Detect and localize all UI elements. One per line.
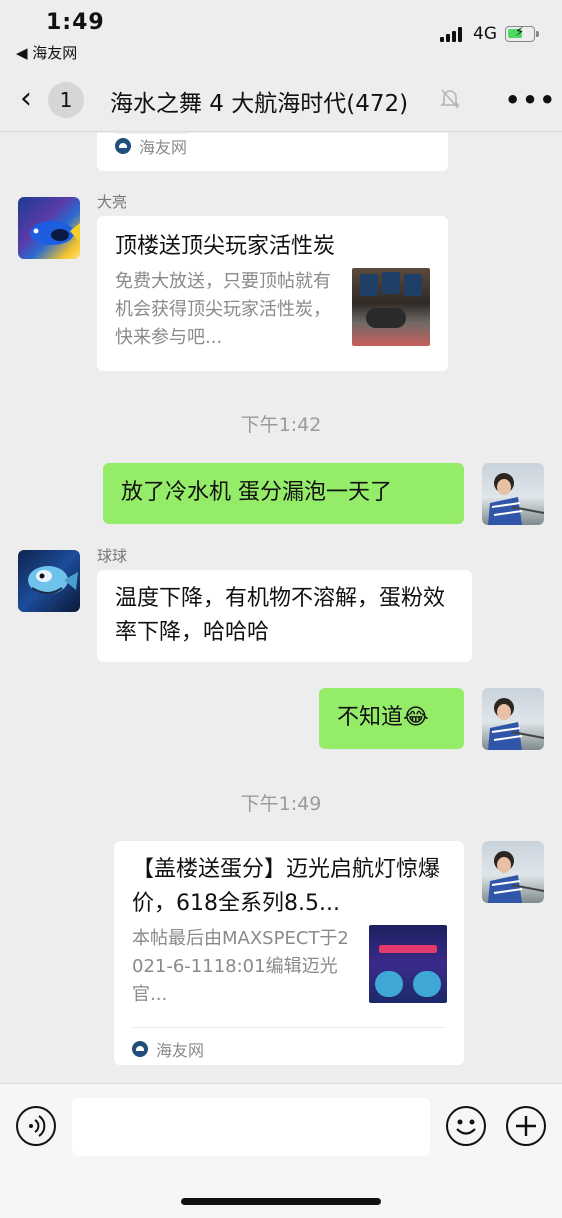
sent-message-bubble[interactable]: 放了冷水机 蛋分漏泡一天了: [103, 463, 464, 524]
sent-message-bubble[interactable]: 不知道😂: [319, 688, 464, 749]
avatar-self[interactable]: [482, 688, 544, 750]
message-text: 放了冷水机 蛋分漏泡一天了: [121, 480, 392, 505]
signal-icon: [440, 26, 466, 42]
mute-bell-icon: [440, 89, 460, 109]
status-time: 1:49: [46, 10, 105, 35]
back-chevron-icon[interactable]: ‹: [20, 84, 32, 114]
message-text-input[interactable]: [72, 1098, 430, 1156]
sender-name: 大亮: [97, 193, 128, 211]
haiyou-logo-icon: [115, 138, 131, 154]
link-card-message[interactable]: 【盖楼送蛋分】迈光启航灯惊爆价，618全系列8.5... 本帖最后由MAXSPE…: [114, 841, 464, 1065]
card-source-label: 海友网: [139, 138, 188, 157]
home-indicator[interactable]: [181, 1198, 381, 1205]
link-card-partial[interactable]: 海友网: [97, 133, 448, 171]
unread-count-badge[interactable]: 1: [48, 82, 84, 118]
chat-header: ‹ 1 海水之舞 4 大航海时代(472) •••: [0, 70, 562, 132]
timestamp: 下午1:49: [240, 793, 322, 815]
received-message-bubble[interactable]: 温度下降，有机物不溶解，蛋粉效率下降，哈哈哈: [97, 570, 472, 662]
card-divider: [132, 1027, 446, 1028]
emoji-icon[interactable]: [446, 1106, 486, 1146]
voice-input-icon[interactable]: [16, 1106, 56, 1146]
status-bar: 1:49 ◀ 海友网 4G ⚡: [0, 0, 562, 70]
back-to-app-link[interactable]: ◀ 海友网: [16, 42, 77, 63]
link-card-thumbnail: [352, 268, 430, 346]
message-text: 温度下降，有机物不溶解，蛋粉效率下降，哈哈哈: [115, 586, 446, 645]
plus-icon[interactable]: [506, 1106, 546, 1146]
sender-name: 球球: [97, 547, 128, 565]
avatar-self[interactable]: [482, 463, 544, 525]
chat-area: 海友网 大亮 顶楼送顶尖玩家活性炭 免费大放送，只要顶帖就有机会获得顶尖玩家活性…: [0, 133, 562, 1083]
haiyou-logo-icon: [132, 1041, 148, 1057]
link-card-title: 顶楼送顶尖玩家活性炭: [115, 234, 336, 259]
card-source-label: 海友网: [156, 1041, 205, 1060]
battery-icon: ⚡: [505, 25, 539, 42]
avatar-qiuqiu[interactable]: [18, 550, 80, 612]
network-type: 4G: [473, 24, 497, 44]
avatar-self[interactable]: [482, 841, 544, 903]
message-input-bar: [0, 1083, 562, 1218]
avatar-daliang[interactable]: [18, 197, 80, 259]
timestamp: 下午1:42: [240, 414, 322, 436]
link-card-message[interactable]: 顶楼送顶尖玩家活性炭 免费大放送，只要顶帖就有机会获得顶尖玩家活性炭，快来参与吧…: [97, 216, 448, 371]
link-card-thumbnail: [369, 925, 447, 1003]
link-card-description: 本帖最后由MAXSPECT于2021-6-1118:01编辑迈光官...: [132, 928, 349, 1005]
link-card-title: 【盖楼送蛋分】迈光启航灯惊爆价，618全系列8.5...: [132, 857, 441, 916]
more-options-icon[interactable]: •••: [505, 86, 557, 114]
link-card-description: 免费大放送，只要顶帖就有机会获得顶尖玩家活性炭，快来参与吧...: [115, 271, 331, 348]
message-text: 不知道😂: [337, 705, 429, 730]
chat-title: 海水之舞 4 大航海时代(472): [110, 91, 409, 117]
